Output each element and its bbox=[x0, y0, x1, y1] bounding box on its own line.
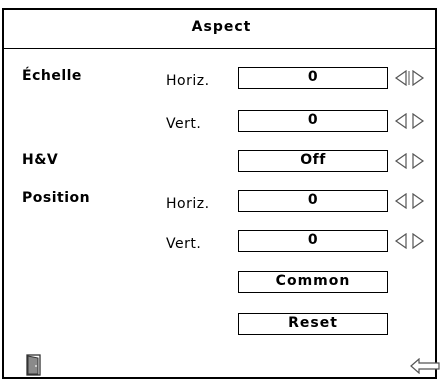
hv-adjust-icon[interactable] bbox=[394, 153, 428, 169]
position-horiz-adjust-icon[interactable] bbox=[394, 193, 428, 209]
scale-label: Échelle bbox=[22, 68, 82, 84]
position-label: Position bbox=[22, 190, 91, 206]
scale-horiz-label: Horiz. bbox=[166, 73, 210, 89]
scale-vert-adjust-icon[interactable] bbox=[394, 113, 428, 129]
hv-value[interactable]: Off bbox=[238, 150, 388, 172]
position-vert-value[interactable]: 0 bbox=[238, 230, 388, 252]
menu-title: Aspect bbox=[191, 19, 252, 35]
position-horiz-label: Horiz. bbox=[166, 196, 210, 212]
door-exit-icon[interactable] bbox=[26, 354, 42, 376]
position-vert-adjust-icon[interactable] bbox=[394, 233, 428, 249]
position-horiz-value[interactable]: 0 bbox=[238, 190, 388, 212]
common-button[interactable]: Common bbox=[238, 271, 388, 293]
scale-vert-label: Vert. bbox=[166, 116, 202, 132]
back-arrow-icon[interactable] bbox=[410, 358, 440, 374]
reset-button[interactable]: Reset bbox=[238, 313, 388, 335]
aspect-menu-panel: Aspect Échelle Horiz. 0 Vert. 0 H&V Off … bbox=[0, 0, 443, 387]
scale-horiz-value[interactable]: 0 bbox=[238, 67, 388, 89]
hv-label: H&V bbox=[22, 152, 59, 168]
scale-vert-value[interactable]: 0 bbox=[238, 110, 388, 132]
position-vert-label: Vert. bbox=[166, 236, 202, 252]
scale-horiz-adjust-icon[interactable] bbox=[394, 70, 428, 86]
